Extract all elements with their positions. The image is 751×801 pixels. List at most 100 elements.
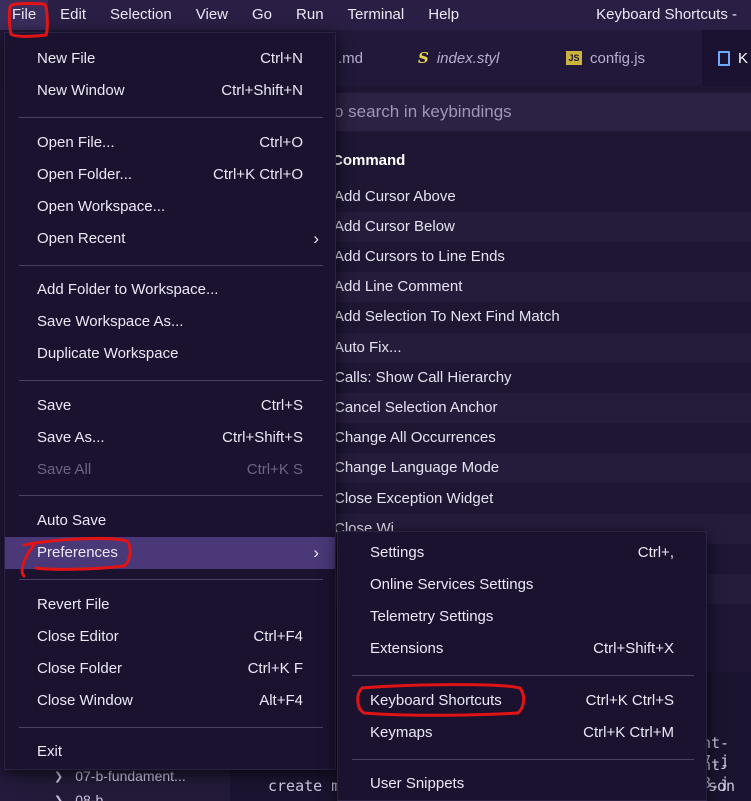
menu-item-open-workspace[interactable]: Open Workspace... [5,191,335,223]
menu-separator [19,579,323,580]
menu-terminal[interactable]: Terminal [336,0,417,30]
submenu-item-online-services-settings[interactable]: Online Services Settings [338,569,706,601]
submenu-item-settings[interactable]: Settings Ctrl+, [338,537,706,569]
menu-item-duplicate-workspace[interactable]: Duplicate Workspace [5,338,335,370]
menu-item-shortcut: Ctrl+K Ctrl+O [212,166,303,183]
menu-item-label: Save Workspace As... [37,313,184,330]
tab-config-js[interactable]: JS config.js [566,30,645,86]
table-row[interactable]: Cancel Selection Anchor [322,393,751,423]
submenu-item-user-snippets[interactable]: User Snippets [338,768,706,800]
tree-item-label: 08-b... [75,792,115,801]
menu-view[interactable]: View [184,0,240,30]
menu-separator [19,265,323,266]
submenu-item-keyboard-shortcuts[interactable]: Keyboard Shortcuts Ctrl+K Ctrl+S [338,685,706,717]
menu-item-shortcut: Ctrl+Shift+S [222,429,303,446]
terminal-line-3-prefix: create m [268,777,341,795]
table-row[interactable]: Add Cursor Below [322,212,751,242]
menu-item-label: Revert File [37,596,110,613]
menu-item-label: Online Services Settings [370,576,534,593]
menu-item-save-all: Save All Ctrl+K S [5,454,335,486]
menu-item-shortcut: Ctrl+K F [247,660,303,677]
menu-item-new-file[interactable]: New File Ctrl+N [5,43,335,75]
menu-item-exit[interactable]: Exit [5,736,335,768]
menu-item-open-folder[interactable]: Open Folder... Ctrl+K Ctrl+O [5,159,335,191]
menu-item-new-window[interactable]: New Window Ctrl+Shift+N [5,75,335,107]
table-row[interactable]: Change All Occurrences [322,423,751,453]
menu-item-label: Keyboard Shortcuts [370,692,502,709]
stylus-file-icon: S [418,49,429,67]
chevron-right-icon: › [313,543,319,562]
menu-item-shortcut: Ctrl+N [260,50,303,67]
menu-item-open-file[interactable]: Open File... Ctrl+O [5,127,335,159]
table-row[interactable]: Auto Fix... [322,333,751,363]
tab-index-styl-label: index.styl [436,49,500,67]
column-command: Command [332,152,406,169]
table-row[interactable]: Change Language Mode [322,453,751,483]
menu-selection[interactable]: Selection [98,0,184,30]
menu-item-label: User Snippets [370,775,465,792]
tree-item-folder[interactable]: ❯ 07-b-fundament... [54,768,186,784]
menu-item-label: Telemetry Settings [370,608,494,625]
menu-item-label: Exit [37,743,63,760]
menu-item-label: New File [37,50,96,67]
menu-item-label: Settings [370,544,425,561]
menu-item-label: Open Folder... [37,166,133,183]
tab-markdown[interactable]: .md [338,30,363,86]
window-title: Keyboard Shortcuts - [596,6,737,23]
tab-keybindings[interactable]: K [702,30,751,86]
submenu-item-keymaps[interactable]: Keymaps Ctrl+K Ctrl+M [338,717,706,749]
menu-go[interactable]: Go [240,0,284,30]
menu-item-label: Extensions [370,640,444,657]
menu-item-revert-file[interactable]: Revert File [5,589,335,621]
menu-file[interactable]: File [0,0,49,30]
table-row[interactable]: Add Cursors to Line Ends [322,242,751,272]
menu-item-label: Auto Save [37,512,107,529]
menu-bar: File Edit Selection View Go Run Terminal… [0,0,751,30]
table-row[interactable]: Calls: Show Call Hierarchy [322,363,751,393]
tab-index-styl[interactable]: S index.styl [418,30,499,86]
submenu-item-telemetry-settings[interactable]: Telemetry Settings [338,601,706,633]
menu-item-shortcut: Ctrl+O [259,134,303,151]
menu-item-auto-save[interactable]: Auto Save [5,505,335,537]
tab-markdown-label: .md [338,49,364,67]
keybindings-search-input[interactable]: o search in keybindings [322,93,751,131]
menu-edit[interactable]: Edit [48,0,98,30]
table-row[interactable]: Add Selection To Next Find Match [322,302,751,332]
menu-item-close-window[interactable]: Close Window Alt+F4 [5,685,335,717]
menu-item-save-workspace-as[interactable]: Save Workspace As... [5,306,335,338]
preferences-submenu: Settings Ctrl+, Online Services Settings… [337,531,707,801]
tree-item-folder[interactable]: ❯ 08-b... [54,792,115,801]
table-row[interactable]: Add Cursor Above [322,182,751,212]
menu-item-save[interactable]: Save Ctrl+S [5,390,335,422]
menu-item-label: Open File... [37,134,115,151]
tab-keybindings-label: K [738,49,749,67]
menu-item-shortcut: Ctrl+, [637,544,674,561]
table-row[interactable]: Close Exception Widget [322,484,751,514]
menu-item-label: Keymaps [370,724,433,741]
menu-help[interactable]: Help [416,0,471,30]
menu-item-open-recent[interactable]: Open Recent › [5,223,335,255]
menu-item-shortcut: Alt+F4 [259,692,303,709]
menu-item-shortcut: Ctrl+K S [246,461,303,478]
menu-separator [19,380,323,381]
terminal-line-3: son [708,777,736,795]
table-row[interactable]: Add Line Comment [322,272,751,302]
menu-separator [19,495,323,496]
chevron-right-icon: ❯ [54,794,64,801]
menu-item-preferences[interactable]: Preferences › [5,537,335,569]
menu-run[interactable]: Run [284,0,336,30]
menu-item-close-editor[interactable]: Close Editor Ctrl+F4 [5,621,335,653]
menu-item-close-folder[interactable]: Close Folder Ctrl+K F [5,653,335,685]
menu-separator [19,117,323,118]
menu-item-label: Save All [37,461,92,478]
menu-item-label: Preferences [37,544,118,561]
menu-item-label: Add Folder to Workspace... [37,281,219,298]
menu-item-shortcut: Ctrl+K Ctrl+S [585,692,674,709]
file-menu: New File Ctrl+N New Window Ctrl+Shift+N … [4,32,336,770]
menu-item-label: New Window [37,82,125,99]
menu-item-label: Close Window [37,692,133,709]
menu-item-add-folder[interactable]: Add Folder to Workspace... [5,274,335,306]
menu-item-save-as[interactable]: Save As... Ctrl+Shift+S [5,422,335,454]
submenu-item-extensions[interactable]: Extensions Ctrl+Shift+X [338,633,706,665]
tab-config-js-label: config.js [590,49,646,67]
